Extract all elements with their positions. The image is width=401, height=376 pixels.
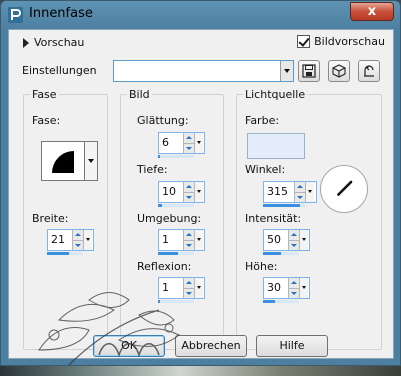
smoothness-label: Glättung:: [137, 114, 189, 127]
image-group-title: Bild: [127, 88, 152, 101]
ambience-spinner[interactable]: 1: [158, 229, 205, 251]
preview-label: Vorschau: [34, 36, 85, 49]
preview-toggle[interactable]: Vorschau: [23, 36, 84, 49]
spin-up-icon[interactable]: [184, 278, 194, 288]
depth-value[interactable]: 10: [159, 182, 183, 202]
spin-up-icon[interactable]: [184, 182, 194, 192]
angle-label: Winkel:: [245, 163, 286, 176]
image-preview-label: Bildvorschau: [314, 35, 385, 48]
angle-spinner[interactable]: 315: [263, 181, 317, 203]
bevel-group-title: Fase: [30, 88, 59, 101]
close-button[interactable]: x: [350, 2, 394, 21]
smoothness-spinner[interactable]: 6: [158, 132, 205, 154]
smoothness-slider-fill: [158, 155, 160, 158]
image-group: Bild Glättung: 6 Tiefe: 10 Umgebung: 1 R…: [120, 88, 224, 350]
settings-dropdown[interactable]: [113, 60, 294, 82]
reflection-value[interactable]: 1: [159, 278, 183, 298]
help-button[interactable]: Hilfe: [256, 335, 328, 357]
height-label: Höhe:: [245, 260, 278, 273]
spin-down-icon[interactable]: [73, 239, 83, 250]
angle-slider-fill: [263, 204, 300, 207]
spin-up-icon[interactable]: [289, 230, 299, 240]
spin-up-icon[interactable]: [184, 133, 194, 143]
window-title: Innenfase: [29, 6, 93, 21]
dialog-client: Vorschau Bildvorschau Einstellungen Fase…: [8, 29, 394, 366]
height-slider-fill: [263, 300, 275, 303]
spin-up-icon[interactable]: [289, 278, 299, 288]
ambience-value[interactable]: 1: [159, 230, 183, 250]
light-color-swatch[interactable]: [247, 133, 305, 159]
height-spinner[interactable]: 30: [263, 277, 310, 299]
spin-down-icon[interactable]: [184, 191, 194, 202]
reflection-label: Reflexion:: [137, 260, 192, 273]
spin-down-icon[interactable]: [184, 142, 194, 153]
expand-arrow-icon: [23, 37, 29, 48]
ok-button[interactable]: OK: [93, 335, 165, 357]
bevel-shape-preview[interactable]: [41, 141, 85, 181]
color-label: Farbe:: [245, 114, 280, 127]
cube-icon: [332, 64, 346, 78]
reset-button[interactable]: [358, 60, 380, 82]
spin-down-icon[interactable]: [289, 287, 299, 298]
reflection-slider-track[interactable]: [158, 300, 194, 303]
bevel-shape-dropdown-arrow[interactable]: [85, 141, 98, 181]
settings-label: Einstellungen: [22, 64, 97, 77]
intensity-spinner[interactable]: 50: [263, 229, 310, 251]
height-dropdown-arrow[interactable]: [299, 278, 308, 298]
cancel-button[interactable]: Abbrechen: [175, 335, 247, 357]
dialog-window: Innenfase x Vorschau Bildvorschau Einste…: [0, 0, 401, 366]
angle-dropdown-arrow[interactable]: [305, 182, 314, 202]
close-icon: x: [367, 4, 377, 19]
app-icon: [8, 7, 23, 23]
ambience-label: Umgebung:: [137, 212, 202, 225]
bevel-shape-label: Fase:: [32, 114, 61, 127]
intensity-slider-fill: [263, 252, 281, 255]
depth-slider-track[interactable]: [158, 204, 194, 207]
spin-up-icon[interactable]: [295, 182, 305, 192]
spin-down-icon[interactable]: [184, 239, 194, 250]
depth-dropdown-arrow[interactable]: [194, 182, 203, 202]
spin-up-icon[interactable]: [73, 230, 83, 240]
light-source-group: Lichtquelle Farbe: Winkel: 315 Intensitä…: [236, 88, 382, 350]
light-group-title: Lichtquelle: [243, 88, 308, 101]
smoothness-value[interactable]: 6: [159, 133, 183, 153]
angle-dial[interactable]: [320, 165, 368, 213]
smoothness-slider-track[interactable]: [158, 155, 194, 158]
bevel-shape-icon: [52, 151, 74, 173]
width-dropdown-arrow[interactable]: [83, 230, 92, 250]
ambience-slider-fill: [158, 252, 178, 255]
reflection-slider-fill: [158, 300, 160, 303]
intensity-value[interactable]: 50: [264, 230, 288, 250]
depth-spinner[interactable]: 10: [158, 181, 205, 203]
spin-up-icon[interactable]: [184, 230, 194, 240]
spin-down-icon[interactable]: [184, 287, 194, 298]
spin-down-icon[interactable]: [289, 239, 299, 250]
depth-label: Tiefe:: [137, 163, 168, 176]
angle-value[interactable]: 315: [264, 182, 294, 202]
width-slider-fill: [47, 252, 69, 255]
save-preset-button[interactable]: [298, 60, 320, 82]
intensity-label: Intensität:: [245, 212, 302, 225]
checkmark-icon: [297, 35, 311, 48]
smoothness-dropdown-arrow[interactable]: [194, 133, 203, 153]
bevel-group: Fase Fase: Breite: 21: [23, 88, 108, 350]
depth-slider-fill: [158, 204, 162, 207]
chevron-down-icon[interactable]: [280, 61, 293, 81]
width-label: Breite:: [32, 212, 69, 225]
reset-icon: [364, 65, 374, 77]
intensity-dropdown-arrow[interactable]: [299, 230, 308, 250]
ambience-dropdown-arrow[interactable]: [194, 230, 203, 250]
width-spinner[interactable]: 21: [47, 229, 94, 251]
spin-down-icon[interactable]: [295, 191, 305, 202]
image-preview-checkbox[interactable]: Bildvorschau: [297, 35, 385, 48]
height-value[interactable]: 30: [264, 278, 288, 298]
title-bar[interactable]: Innenfase x: [1, 1, 400, 29]
reflection-spinner[interactable]: 1: [158, 277, 205, 299]
reflection-dropdown-arrow[interactable]: [194, 278, 203, 298]
angle-needle-icon: [337, 180, 353, 196]
resource-manager-button[interactable]: [328, 60, 350, 82]
width-value[interactable]: 21: [48, 230, 72, 250]
save-icon: [302, 64, 316, 78]
